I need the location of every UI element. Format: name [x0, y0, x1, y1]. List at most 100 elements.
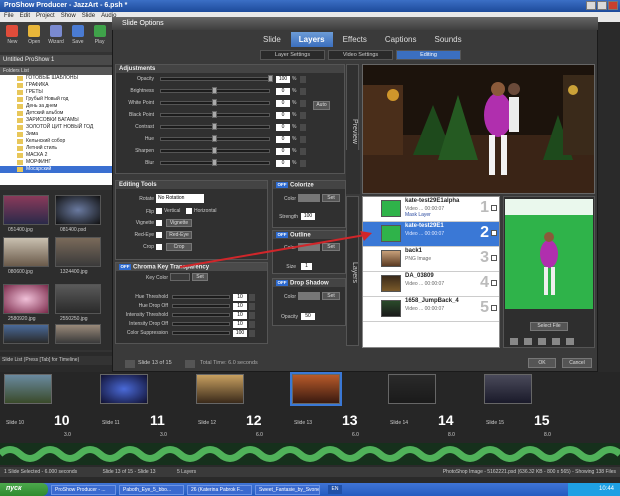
prev-slide-icon[interactable] [125, 360, 135, 368]
adjust-value[interactable]: 0 [276, 148, 290, 155]
chroma-slider[interactable] [172, 313, 230, 317]
menu-file[interactable]: File [4, 13, 14, 21]
adjust-value[interactable]: 0 [276, 136, 290, 143]
file-thumb[interactable] [3, 324, 49, 344]
menu-show[interactable]: Show [61, 13, 76, 21]
layer-row[interactable]: kate-test29E1alpha Video ... 00:00:07 Ma… [363, 197, 499, 222]
reset-icon[interactable] [249, 330, 255, 337]
next-slide-icon[interactable] [185, 360, 195, 368]
reset-icon[interactable] [300, 124, 306, 131]
chroma-value[interactable]: 10 [233, 312, 247, 319]
adjust-slider-knob[interactable] [212, 99, 217, 106]
task-button[interactable]: 26 (Katerina Pabrok F... [187, 484, 252, 495]
maximize-button[interactable] [597, 1, 607, 10]
start-button[interactable]: пуск [0, 483, 48, 496]
layer-tool-icon[interactable] [538, 338, 546, 345]
redeye-checkbox[interactable] [156, 232, 162, 238]
chroma-toggle[interactable]: OFF [119, 264, 131, 270]
reset-icon[interactable] [249, 321, 255, 328]
folder-item[interactable]: ГРАФИКА [0, 82, 112, 89]
open-button[interactable]: Open [25, 25, 44, 49]
adjust-value[interactable]: 0 [276, 88, 290, 95]
menu-edit[interactable]: Edit [20, 13, 30, 21]
shadow-set-button[interactable]: Set [322, 292, 340, 300]
layer-checkbox[interactable] [491, 305, 497, 311]
folder-item[interactable]: Кельнский собор [0, 138, 112, 145]
colorize-toggle[interactable]: OFF [276, 182, 288, 188]
folder-item[interactable]: МОРФИНГ [0, 159, 112, 166]
select-file-button[interactable]: Select File [530, 322, 568, 331]
reset-icon[interactable] [300, 112, 306, 119]
rotate-select[interactable]: No Rotation [156, 194, 204, 203]
layer-row[interactable]: back1 PNG Image 3 [363, 247, 499, 272]
ok-button[interactable]: OK [528, 358, 556, 368]
slide-thumb[interactable] [290, 372, 342, 406]
layer-checkbox[interactable] [491, 255, 497, 261]
layer-checkbox[interactable] [491, 205, 497, 211]
adjust-value[interactable]: 0 [276, 160, 290, 167]
folder-item[interactable]: Грубый Новый год [0, 96, 112, 103]
adjust-slider-knob[interactable] [212, 147, 217, 154]
slide-duration[interactable]: 6.0 [352, 432, 359, 438]
play-button[interactable]: Play [90, 25, 109, 49]
slide-thumb[interactable] [388, 374, 436, 404]
adjust-value[interactable]: 0 [276, 112, 290, 119]
task-button[interactable]: Sweet_Fantasie_by_Svone... [255, 484, 320, 495]
slide-duration[interactable]: 3.0 [64, 432, 71, 438]
adjust-slider-knob[interactable] [212, 159, 217, 166]
layer-row[interactable]: 1658_JumpBack_4 Video ... 00:00:07 5 [363, 297, 499, 322]
minimize-button[interactable] [586, 1, 596, 10]
chroma-value[interactable]: 10 [233, 303, 247, 310]
adjust-slider[interactable] [160, 77, 270, 81]
layer-tool-icon[interactable] [566, 338, 574, 345]
reset-icon[interactable] [300, 100, 306, 107]
adjust-value[interactable]: 100 [276, 76, 290, 83]
adjust-value[interactable]: 0 [276, 124, 290, 131]
reset-icon[interactable] [300, 136, 306, 143]
save-button[interactable]: Save [68, 25, 87, 49]
layer-checkbox[interactable] [491, 230, 497, 236]
slide-duration[interactable]: 8.0 [544, 432, 551, 438]
file-thumb[interactable] [3, 195, 49, 225]
menu-slide[interactable]: Slide [82, 13, 95, 21]
file-thumb[interactable] [3, 237, 49, 267]
folder-item[interactable]: День за днем [0, 103, 112, 110]
crop-checkbox[interactable] [156, 244, 162, 250]
layer-tool-icon[interactable] [510, 338, 518, 345]
flip-horizontal-checkbox[interactable] [186, 208, 192, 214]
tab-layers[interactable]: Layers [290, 32, 333, 47]
folder-item[interactable]: Зима [0, 131, 112, 138]
reset-icon[interactable] [300, 88, 306, 95]
colorize-set-button[interactable]: Set [322, 194, 340, 202]
folder-item[interactable]: Детский альбом [0, 110, 112, 117]
colorize-strength-value[interactable]: 100 [301, 213, 315, 220]
chroma-slider[interactable] [172, 331, 230, 335]
flip-vertical-checkbox[interactable] [156, 208, 162, 214]
layer-row[interactable]: DA_03809 Video ... 00:00:07 4 [363, 272, 499, 297]
adjust-slider-knob[interactable] [212, 123, 217, 130]
slide-thumb[interactable] [4, 374, 52, 404]
layer-tool-icon[interactable] [524, 338, 532, 345]
reset-icon[interactable] [249, 294, 255, 301]
task-button[interactable]: ProShow Producer - ... [51, 484, 116, 495]
reset-icon[interactable] [300, 76, 306, 83]
chroma-slider[interactable] [172, 322, 230, 326]
file-thumb[interactable] [55, 284, 101, 314]
tab-effects[interactable]: Effects [334, 32, 375, 47]
tab-slide[interactable]: Slide [255, 32, 289, 47]
folder-item[interactable]: ЗАРИСОВКИ БАГАМЫ [0, 117, 112, 124]
reset-icon[interactable] [300, 148, 306, 155]
reset-icon[interactable] [249, 303, 255, 310]
file-thumb[interactable] [3, 284, 49, 314]
folder-item[interactable]: ГОТОВЫЕ ШАБЛОНЫ [0, 75, 112, 82]
chroma-value[interactable]: 10 [233, 294, 247, 301]
chroma-slider[interactable] [172, 295, 230, 299]
adjust-slider-knob[interactable] [212, 87, 217, 94]
audio-track[interactable] [0, 443, 620, 465]
subtab-editing[interactable]: Editing [396, 50, 461, 60]
auto-button[interactable]: Auto [313, 101, 330, 110]
subtab-video-settings[interactable]: Video Settings [328, 50, 393, 60]
chroma-value[interactable]: 100 [233, 330, 247, 337]
slide-thumb[interactable] [100, 374, 148, 404]
slide-thumb[interactable] [484, 374, 532, 404]
